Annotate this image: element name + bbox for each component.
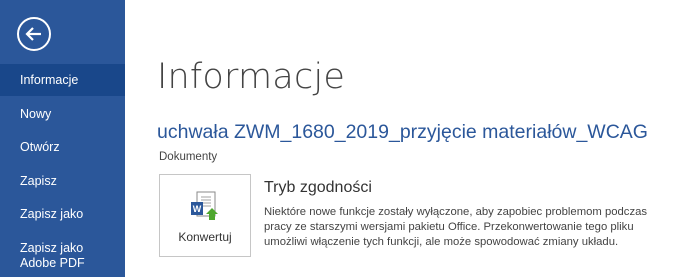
sidebar-item-new[interactable]: Nowy bbox=[0, 107, 125, 122]
back-arrow-icon bbox=[25, 27, 41, 41]
main-panel: Informacje uchwała ZWM_1680_2019_przyjęc… bbox=[125, 0, 688, 277]
convert-button[interactable]: W Konwertuj bbox=[159, 174, 251, 257]
document-location: Dokumenty bbox=[159, 151, 218, 163]
sidebar-item-label: Otwórz bbox=[20, 140, 60, 154]
word-convert-icon: W bbox=[191, 191, 218, 220]
sidebar-item-info[interactable]: Informacje bbox=[0, 64, 125, 96]
sidebar-item-save-as[interactable]: Zapisz jako bbox=[0, 207, 125, 222]
sidebar-item-label-line1: Zapisz jako bbox=[20, 241, 84, 255]
convert-button-label: Konwertuj bbox=[178, 230, 232, 244]
description-line: umożliwi włączenie tych funkcji, ale moż… bbox=[264, 236, 619, 248]
page-title: Informacje bbox=[157, 57, 346, 97]
sidebar-item-save-as-pdf[interactable]: Zapisz jako Adobe PDF bbox=[0, 241, 125, 271]
sidebar-item-label: Nowy bbox=[20, 107, 52, 121]
sidebar-item-label: Zapisz jako bbox=[20, 207, 84, 221]
document-name: uchwała ZWM_1680_2019_przyjęcie materiał… bbox=[157, 121, 648, 143]
back-button[interactable] bbox=[17, 17, 51, 51]
sidebar-item-save[interactable]: Zapisz bbox=[0, 174, 125, 189]
description-line: Niektóre nowe funkcje zostały wyłączone,… bbox=[264, 206, 648, 218]
sidebar-item-label: Zapisz bbox=[20, 174, 57, 188]
sidebar-item-label: Informacje bbox=[20, 73, 79, 87]
description-line: pracy ze starszymi wersjami pakietu Offi… bbox=[264, 221, 634, 233]
sidebar-item-label-line2: Adobe PDF bbox=[20, 256, 85, 270]
compatibility-mode-description: Niektóre nowe funkcje zostały wyłączone,… bbox=[264, 205, 676, 250]
compatibility-mode-title: Tryb zgodności bbox=[264, 179, 372, 196]
svg-text:W: W bbox=[193, 204, 202, 214]
sidebar-item-open[interactable]: Otwórz bbox=[0, 140, 125, 155]
backstage-sidebar: Informacje Nowy Otwórz Zapisz Zapisz jak… bbox=[0, 0, 125, 277]
